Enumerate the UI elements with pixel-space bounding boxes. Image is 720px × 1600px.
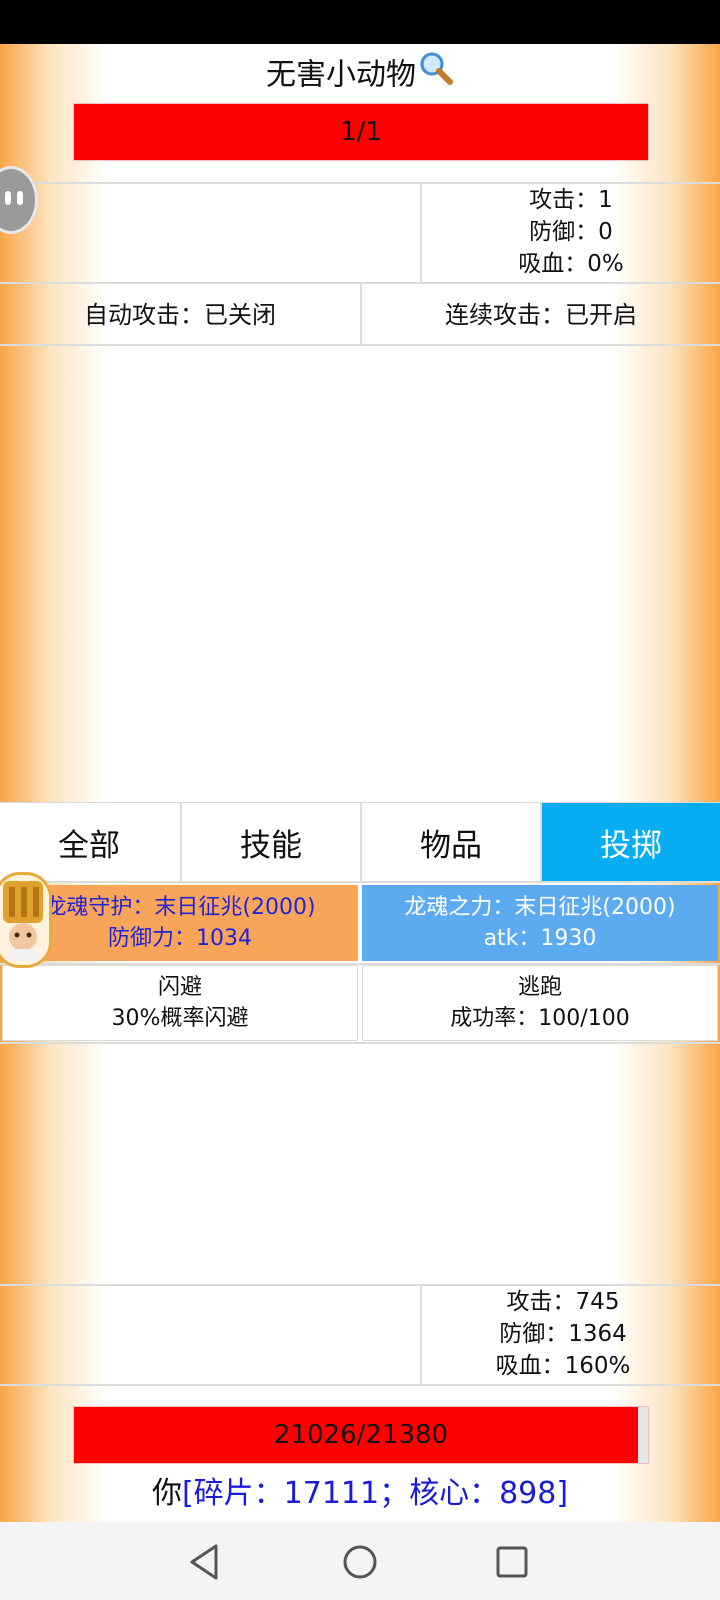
tab-all[interactable]: 全部 — [0, 803, 178, 881]
currency-display: [碎片：17111；核心：898] — [181, 1476, 569, 1511]
player-stats: 攻击：745 防御：1364 吸血：160% — [422, 1286, 704, 1382]
skill-detail: 30%概率闪避 — [111, 1006, 249, 1031]
floating-assistant-icon[interactable] — [0, 166, 38, 234]
tab-items[interactable]: 物品 — [362, 803, 540, 881]
divider — [0, 881, 720, 883]
divider — [0, 1384, 720, 1386]
divider — [0, 344, 720, 346]
enemy-lifesteal: 吸血：0% — [518, 251, 624, 277]
continuous-attack-toggle[interactable]: 连续攻击：已开启 — [362, 282, 720, 342]
player-attack: 攻击：745 — [506, 1289, 620, 1315]
player-hp-bar: 21026/21380 — [73, 1406, 649, 1464]
enemy-name: 无害小动物 — [266, 57, 416, 93]
skill-detail: 成功率：100/100 — [450, 1006, 630, 1031]
skill-name: 龙魂守护：末日征兆(2000) — [44, 895, 316, 920]
divider — [0, 1042, 720, 1044]
player-hp-text: 21026/21380 — [273, 1420, 449, 1450]
tab-throw[interactable]: 投掷 — [542, 803, 720, 881]
skill-card-dragon-power[interactable]: 龙魂之力：末日征兆(2000) atk：1930 — [362, 885, 718, 961]
skill-name: 龙魂之力：末日征兆(2000) — [404, 895, 676, 920]
skill-name: 逃跑 — [517, 975, 562, 1000]
enemy-defense: 防御：0 — [529, 219, 613, 245]
navigation-bar — [0, 1522, 720, 1600]
back-icon[interactable] — [184, 1540, 228, 1584]
enemy-title: 无害小动物 — [0, 50, 720, 100]
skill-card-escape[interactable]: 逃跑 成功率：100/100 — [362, 965, 718, 1041]
skill-detail: atk：1930 — [483, 926, 597, 951]
enemy-stats: 攻击：1 防御：0 吸血：0% — [422, 184, 720, 280]
enemy-hp-text: 1/1 — [340, 117, 382, 147]
player-lifesteal: 吸血：160% — [495, 1353, 631, 1379]
player-name: 你 — [151, 1476, 182, 1511]
magnifier-icon[interactable] — [418, 50, 454, 102]
player-defense: 防御：1364 — [499, 1321, 627, 1347]
player-info-line: 你[碎片：17111；核心：898] — [0, 1468, 720, 1512]
skill-card-dragon-guard[interactable]: 龙魂守护：末日征兆(2000) 防御力：1034 — [2, 885, 358, 961]
recent-apps-icon[interactable] — [490, 1540, 534, 1584]
home-icon[interactable] — [338, 1540, 382, 1584]
skill-card-dodge[interactable]: 闪避 30%概率闪避 — [2, 965, 358, 1041]
character-avatar-icon[interactable] — [0, 872, 52, 968]
enemy-hp-bar: 1/1 — [73, 103, 649, 161]
skill-detail: 防御力：1034 — [108, 926, 252, 951]
tab-skills[interactable]: 技能 — [182, 803, 360, 881]
status-bar — [0, 0, 720, 44]
skill-name: 闪避 — [157, 975, 202, 1000]
auto-attack-toggle[interactable]: 自动攻击：已关闭 — [0, 282, 360, 342]
enemy-attack: 攻击：1 — [529, 187, 613, 213]
